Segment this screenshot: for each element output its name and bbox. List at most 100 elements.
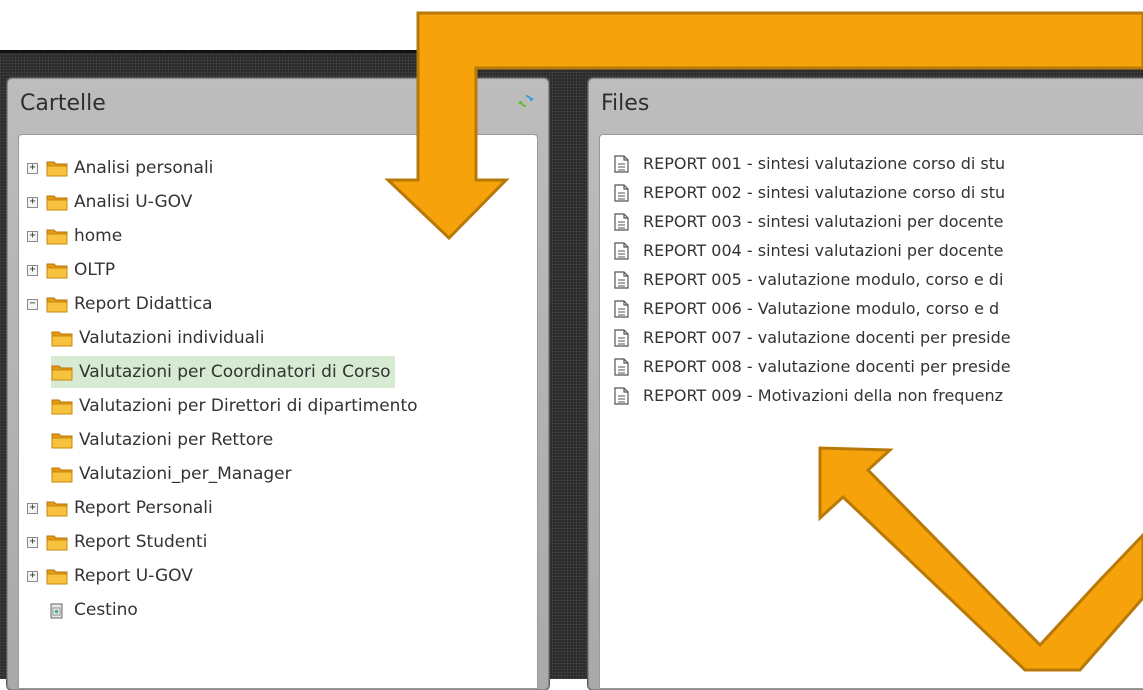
file-name: REPORT 005 - valutazione modulo, corso e… (643, 270, 1004, 289)
file-name: REPORT 007 - valutazione docenti per pre… (643, 328, 1011, 347)
document-icon (614, 386, 629, 405)
folder-icon (46, 535, 68, 550)
tree-node[interactable]: + Analisi personali (27, 151, 422, 185)
tree-node-label: Analisi personali (74, 158, 214, 178)
files-panel: Files REPORT 001 - sintesi valutazione c… (588, 78, 1143, 690)
tree-node-label: Cestino (74, 600, 138, 620)
folders-panel-title: Cartelle (20, 91, 106, 116)
tree-node[interactable]: Valutazioni per Direttori di dipartiment… (27, 389, 422, 423)
file-item[interactable]: REPORT 001 - sintesi valutazione corso d… (614, 149, 1011, 178)
tree-node[interactable]: + Report Studenti (27, 525, 422, 559)
folder-icon (51, 365, 73, 380)
file-item[interactable]: REPORT 006 - Valutazione modulo, corso e… (614, 294, 1011, 323)
tree-node-row[interactable]: + Analisi U-GOV (27, 186, 196, 218)
folder-icon (46, 229, 68, 244)
tree-node-label: OLTP (74, 260, 116, 280)
folder-icon (46, 161, 68, 176)
tree-node[interactable]: + Report Personali (27, 491, 422, 525)
tree-node-label: home (74, 226, 123, 246)
tree-node-row[interactable]: Valutazioni per Rettore (51, 424, 277, 456)
tree-node-label: Valutazioni per Rettore (79, 430, 274, 450)
tree-node[interactable]: + home (27, 219, 422, 253)
document-icon (614, 212, 629, 231)
folder-icon (51, 331, 73, 346)
file-name: REPORT 006 - Valutazione modulo, corso e… (643, 299, 1000, 318)
tree-node[interactable]: Valutazioni_per_Manager (27, 457, 422, 491)
tree-node-row[interactable]: Cestino (27, 594, 142, 626)
folder-icon (46, 501, 68, 516)
expand-icon[interactable]: + (27, 162, 38, 174)
folder-tree-container: + Analisi personali + Analisi U-GOV + home + OL… (18, 134, 538, 689)
folder-icon (46, 569, 68, 584)
expand-icon[interactable]: + (27, 502, 38, 514)
tree-node-row[interactable]: Valutazioni_per_Manager (51, 458, 296, 490)
refresh-icon[interactable] (518, 93, 534, 109)
folder-icon (46, 195, 68, 210)
file-item[interactable]: REPORT 002 - sintesi valutazione corso d… (614, 178, 1011, 207)
trash-icon (50, 603, 63, 618)
tree-node[interactable]: + Report U-GOV (27, 559, 422, 593)
file-name: REPORT 003 - sintesi valutazioni per doc… (643, 212, 1004, 231)
tree-node-row[interactable]: Valutazioni individuali (51, 322, 268, 354)
document-icon (614, 241, 629, 260)
tree-node-label: Valutazioni per Direttori di dipartiment… (79, 396, 418, 416)
tree-node[interactable]: Valutazioni per Coordinatori di Corso (27, 355, 422, 389)
expand-icon[interactable]: + (27, 536, 38, 548)
tree-node-row[interactable]: + Report Personali (27, 492, 217, 524)
tree-node-row[interactable]: + Analisi personali (27, 152, 217, 184)
tree-node-row[interactable]: + home (27, 220, 126, 252)
expand-icon[interactable]: + (27, 230, 38, 242)
file-list-container: REPORT 001 - sintesi valutazione corso d… (599, 134, 1143, 689)
file-name: REPORT 001 - sintesi valutazione corso d… (643, 154, 1006, 173)
tree-node[interactable]: + OLTP (27, 253, 422, 287)
tree-node-label: Report Personali (74, 498, 213, 518)
folder-icon (51, 467, 73, 482)
top-white-area (0, 0, 1143, 50)
document-icon (614, 154, 629, 173)
document-icon (614, 328, 629, 347)
expand-icon[interactable]: + (27, 196, 38, 208)
expand-icon[interactable]: + (27, 264, 38, 276)
folder-icon (51, 433, 73, 448)
file-item[interactable]: REPORT 008 - valutazione docenti per pre… (614, 352, 1011, 381)
tree-node[interactable]: Valutazioni individuali (27, 321, 422, 355)
tree-node[interactable]: Cestino (27, 593, 422, 627)
tree-node-row[interactable]: Valutazioni per Coordinatori di Corso (51, 356, 395, 388)
document-icon (614, 183, 629, 202)
folder-tree: + Analisi personali + Analisi U-GOV + home + OL… (27, 151, 422, 627)
file-name: REPORT 008 - valutazione docenti per pre… (643, 357, 1011, 376)
collapse-icon[interactable]: − (27, 298, 38, 310)
tree-node[interactable]: + Analisi U-GOV (27, 185, 422, 219)
file-item[interactable]: REPORT 007 - valutazione docenti per pre… (614, 323, 1011, 352)
tree-node-row[interactable]: + OLTP (27, 254, 119, 286)
tree-node[interactable]: Valutazioni per Rettore (27, 423, 422, 457)
document-icon (614, 357, 629, 376)
tree-node-label: Report Studenti (74, 532, 208, 552)
tree-node-row[interactable]: + Report U-GOV (27, 560, 197, 592)
file-item[interactable]: REPORT 009 - Motivazioni della non frequ… (614, 381, 1011, 410)
tree-node-label: Valutazioni_per_Manager (79, 464, 292, 484)
folder-icon (46, 297, 68, 312)
expand-icon[interactable]: + (27, 570, 38, 582)
file-item[interactable]: REPORT 004 - sintesi valutazioni per doc… (614, 236, 1011, 265)
document-icon (614, 299, 629, 318)
files-panel-title: Files (601, 91, 650, 116)
tree-node-label: Report Didattica (74, 294, 213, 314)
tree-node-row[interactable]: − Report Didattica (27, 288, 217, 320)
file-item[interactable]: REPORT 005 - valutazione modulo, corso e… (614, 265, 1011, 294)
tree-node-label: Analisi U-GOV (74, 192, 193, 212)
folder-icon (51, 399, 73, 414)
file-list: REPORT 001 - sintesi valutazione corso d… (614, 149, 1011, 410)
folder-icon (46, 263, 68, 278)
tree-node-row[interactable]: Valutazioni per Direttori di dipartiment… (51, 390, 422, 422)
tree-node-label: Valutazioni individuali (79, 328, 265, 348)
tree-node-label: Report U-GOV (74, 566, 193, 586)
file-item[interactable]: REPORT 003 - sintesi valutazioni per doc… (614, 207, 1011, 236)
tree-node-label: Valutazioni per Coordinatori di Corso (79, 362, 391, 382)
tree-node-row[interactable]: + Report Studenti (27, 526, 211, 558)
file-name: REPORT 004 - sintesi valutazioni per doc… (643, 241, 1004, 260)
folders-panel: Cartelle + Analisi personali + Analisi U-GO… (7, 78, 549, 690)
file-name: REPORT 002 - sintesi valutazione corso d… (643, 183, 1006, 202)
file-name: REPORT 009 - Motivazioni della non frequ… (643, 386, 1003, 405)
tree-node[interactable]: − Report Didattica (27, 287, 422, 321)
